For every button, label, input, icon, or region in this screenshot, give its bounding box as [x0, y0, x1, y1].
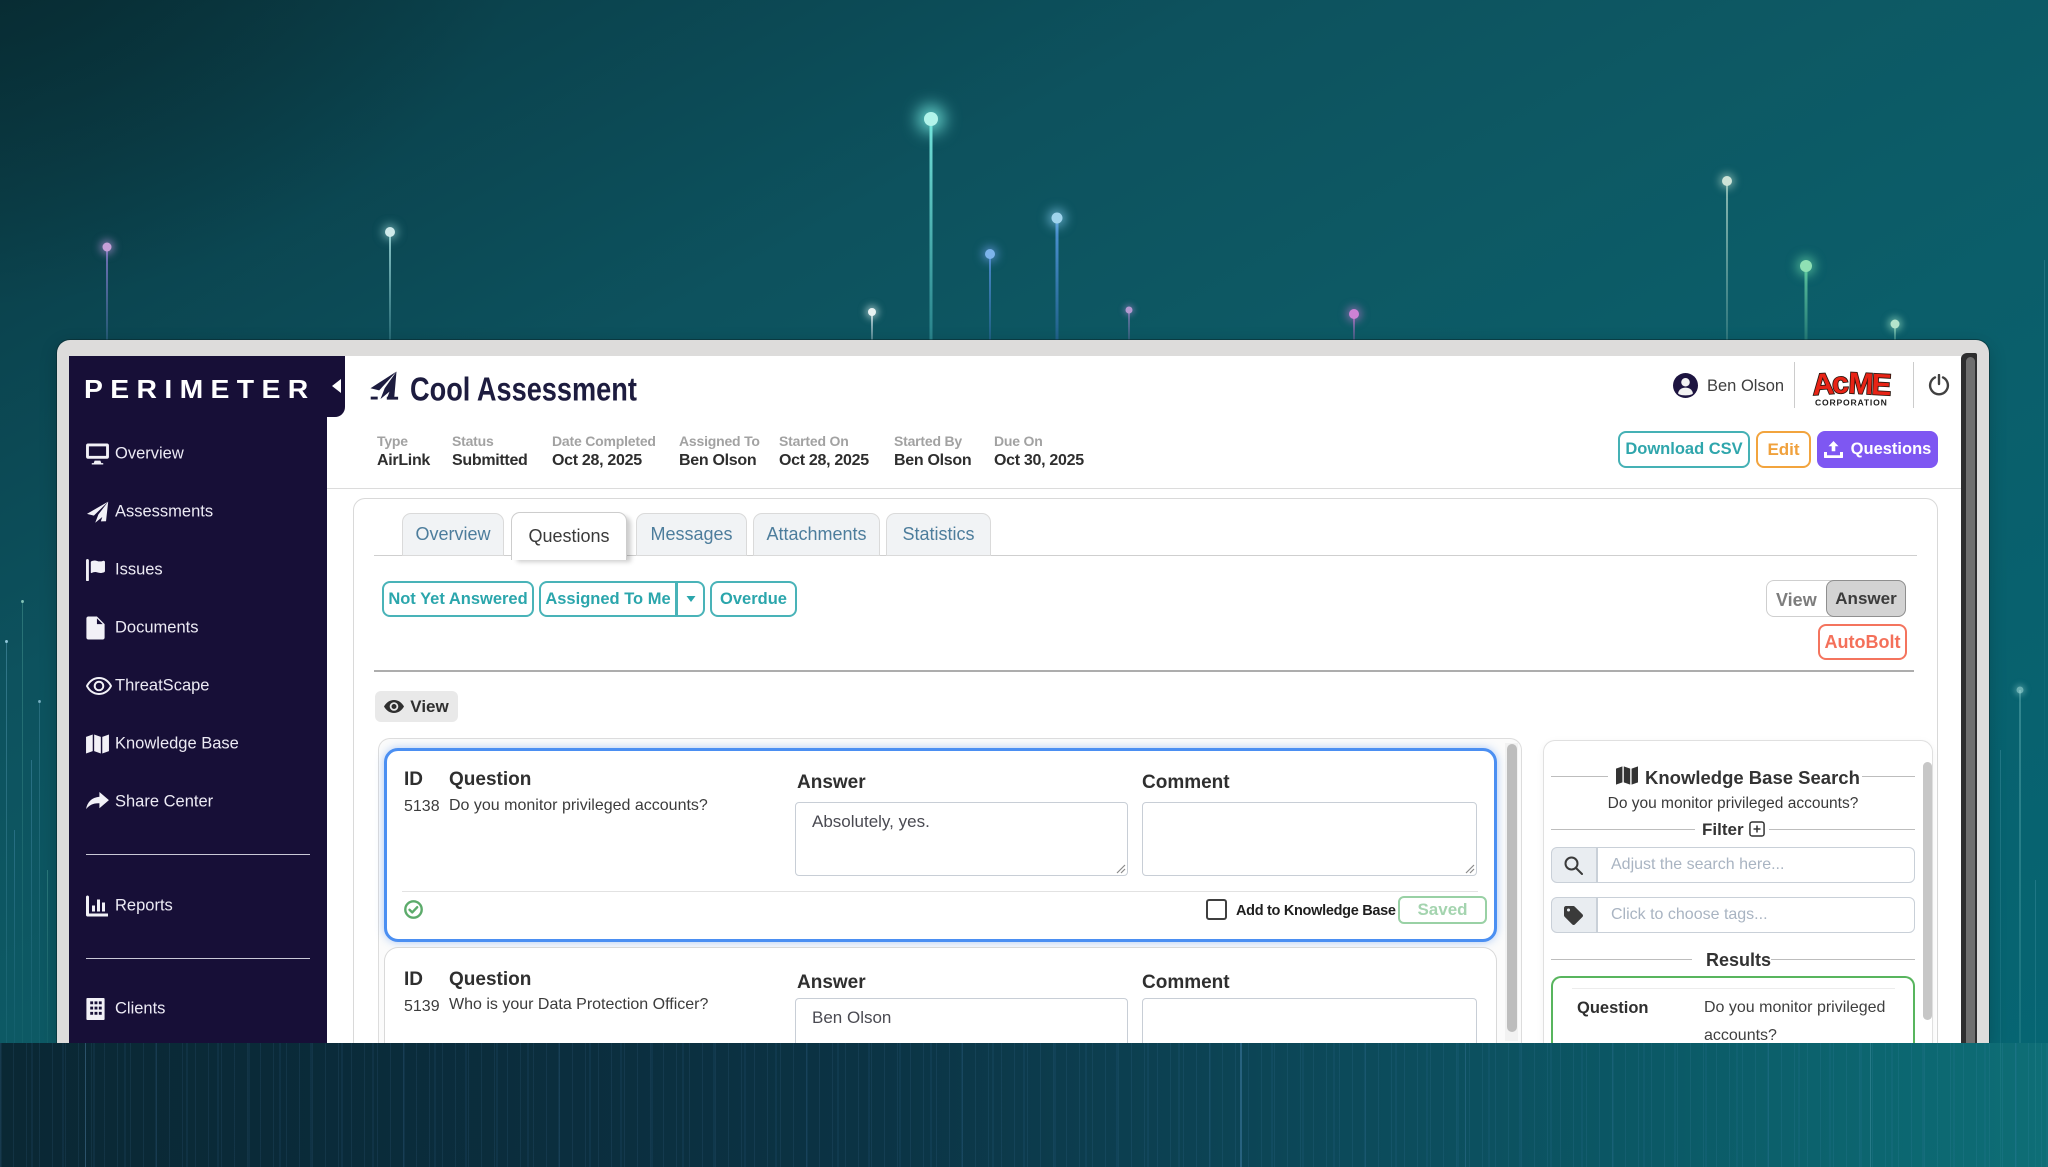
svg-text:CORPORATION: CORPORATION: [1815, 398, 1888, 408]
